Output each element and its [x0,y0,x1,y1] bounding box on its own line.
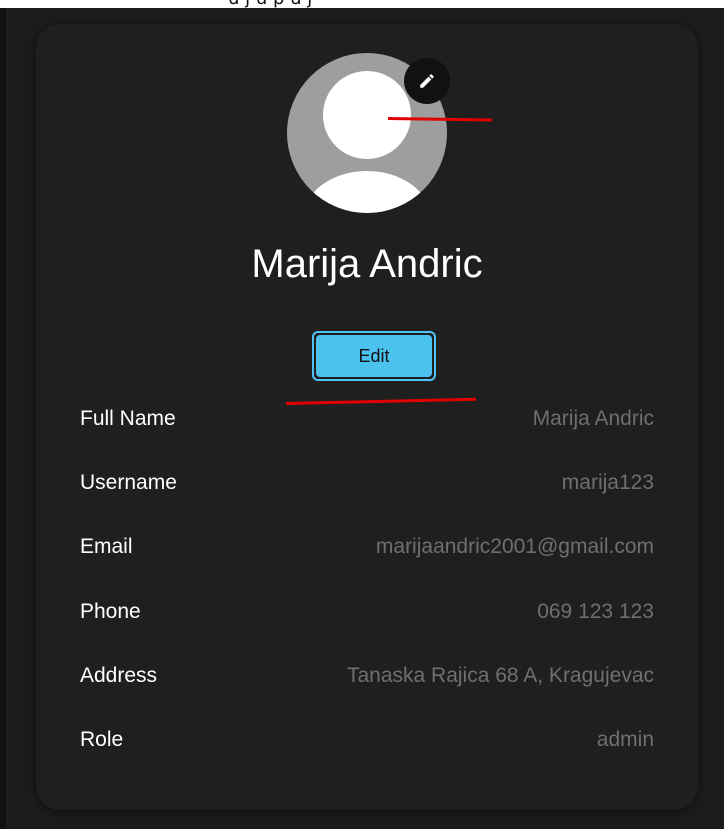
info-row-username: Username marija123 [80,468,654,498]
top-text-fragment: u j u p u j [0,0,724,8]
info-row-phone: Phone 069 123 123 [80,597,654,627]
info-label: Full Name [80,407,176,430]
pencil-icon [420,74,434,88]
info-label: Address [80,664,158,687]
profile-card: Marija Andric Edit Full Name Marija Andr… [36,24,698,810]
backdrop-edge [0,8,6,829]
info-value: 069 123 123 [537,600,654,623]
info-value: Marija Andric [532,407,654,430]
info-value: marija123 [561,471,654,494]
profile-name: Marija Andric [251,242,483,286]
info-row-role: Role admin [80,725,654,755]
page: u j u p u j Marija Andric Edit Fu [0,0,724,829]
edit-avatar-button[interactable] [404,58,450,104]
info-value: admin [596,728,654,751]
info-value: Tanaska Rajica 68 A, Kragujevac [346,664,654,687]
info-row-full-name: Full Name Marija Andric [80,404,654,434]
edit-button-label: Edit [316,335,432,377]
info-value: marijaandric2001@gmail.com [375,535,654,558]
avatar-body [303,171,431,213]
info-row-email: Email marijaandric2001@gmail.com [80,532,654,562]
avatar-head [323,71,411,159]
edit-button[interactable]: Edit [312,331,436,381]
info-label: Username [80,471,177,494]
info-label: Email [80,535,133,558]
top-text-fragment-label: u j u p u j [228,0,312,8]
info-label: Phone [80,600,141,623]
info-label: Role [80,728,124,751]
info-row-address: Address Tanaska Rajica 68 A, Kragujevac [80,661,654,691]
avatar-container [287,53,450,213]
